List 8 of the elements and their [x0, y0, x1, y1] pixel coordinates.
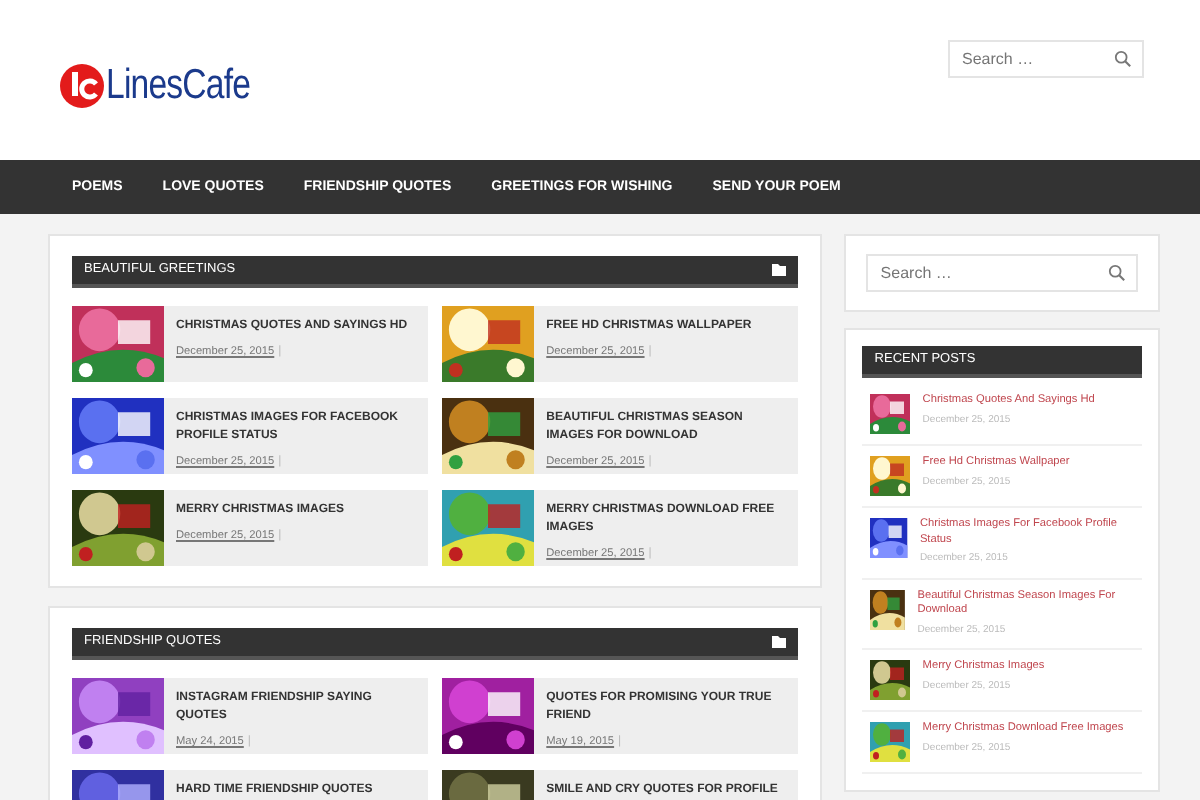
logo-icon: [60, 63, 104, 107]
folder-icon: [772, 264, 787, 276]
search-icon[interactable]: [1114, 50, 1132, 68]
folder-icon: [772, 636, 787, 648]
logo-text[interactable]: LinesCafe: [106, 53, 251, 117]
search-icon[interactable]: [1108, 264, 1126, 282]
search-field[interactable]: Search …: [948, 40, 1144, 78]
search-field[interactable]: Search …: [866, 254, 1138, 292]
